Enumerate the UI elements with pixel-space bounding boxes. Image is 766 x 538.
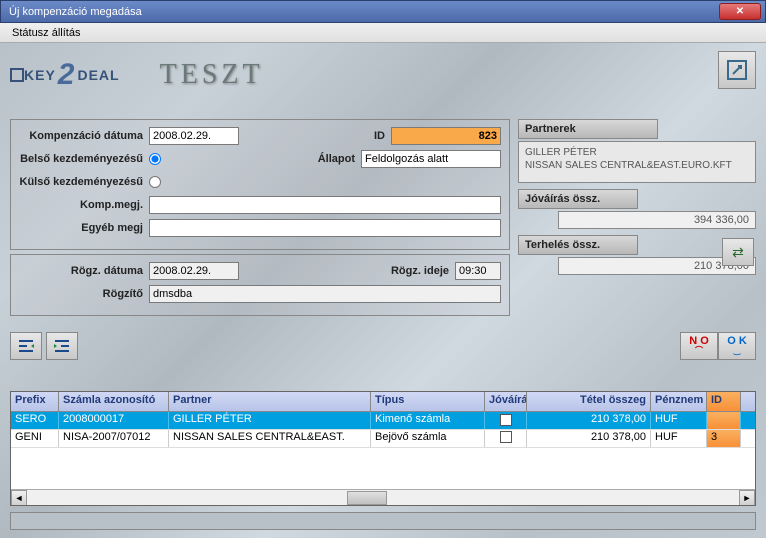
workarea: KEY2DEAL TESZT Kompenzáció dátuma ID Bel… [0, 43, 766, 538]
rec-date-label: Rögz. dátuma [19, 265, 149, 277]
indent-right-button[interactable] [46, 332, 78, 360]
col-amount[interactable]: Tétel összeg [527, 392, 651, 411]
external-radio[interactable] [149, 176, 161, 188]
id-label: ID [361, 130, 391, 142]
data-grid[interactable]: Prefix Számla azonosító Partner Típus Jó… [10, 391, 756, 506]
partners-list: GILLER PÉTER NISSAN SALES CENTRAL&EAST.E… [518, 141, 756, 183]
internal-label: Belső kezdeményezésű [19, 153, 149, 165]
partners-header: Partnerek [518, 119, 658, 139]
comp-note-input[interactable] [149, 196, 501, 214]
date-input[interactable] [149, 127, 239, 145]
col-type[interactable]: Típus [371, 392, 485, 411]
logo-row: KEY2DEAL TESZT [10, 51, 756, 99]
teszt-watermark: TESZT [160, 59, 264, 91]
no-button[interactable]: N O⌒ [680, 332, 718, 360]
col-credit[interactable]: Jóváírá [485, 392, 527, 411]
rec-time-input [455, 262, 501, 280]
table-row[interactable]: SERO2008000017GILLER PÉTERKimenő számla✔… [11, 412, 755, 430]
status-label: Állapot [311, 153, 361, 165]
partner-item: GILLER PÉTER [525, 146, 749, 159]
swap-button[interactable]: ⇄ [722, 238, 754, 266]
grid-header: Prefix Számla azonosító Partner Típus Jó… [11, 392, 755, 412]
debit-header: Terhelés össz. [518, 235, 638, 255]
indent-left-button[interactable] [10, 332, 42, 360]
key2deal-logo: KEY2DEAL [10, 58, 120, 92]
id-input[interactable] [391, 127, 501, 145]
credit-amount: 394 336,00 [558, 211, 756, 229]
scroll-right-arrow[interactable]: ► [739, 490, 755, 506]
comp-note-label: Komp.megj. [19, 199, 149, 211]
status-input[interactable] [361, 150, 501, 168]
rec-time-label: Rögz. ideje [385, 265, 455, 277]
col-invoice[interactable]: Számla azonosító [59, 392, 169, 411]
other-note-input[interactable] [149, 219, 501, 237]
internal-radio[interactable] [149, 153, 161, 165]
date-label: Kompenzáció dátuma [19, 130, 149, 142]
col-partner[interactable]: Partner [169, 392, 371, 411]
window-title: Új kompenzáció megadása [5, 6, 719, 18]
ok-button[interactable]: O K‿ [718, 332, 756, 360]
col-prefix[interactable]: Prefix [11, 392, 59, 411]
col-id[interactable]: ID [707, 392, 741, 411]
horizontal-scrollbar[interactable]: ◄ ► [11, 489, 755, 505]
scroll-thumb[interactable] [347, 491, 387, 505]
titlebar: Új kompenzáció megadása [0, 0, 766, 23]
credit-header: Jóváírás össz. [518, 189, 638, 209]
table-row[interactable]: GENINISA-2007/07012NISSAN SALES CENTRAL&… [11, 430, 755, 448]
partner-item: NISSAN SALES CENTRAL&EAST.EURO.KFT [525, 159, 749, 172]
recorder-input [149, 285, 501, 303]
menu-status[interactable]: Státusz állítás [4, 25, 88, 41]
toolbar: N O⌒ O K‿ [10, 332, 756, 360]
menubar: Státusz állítás [0, 23, 766, 43]
settings-button[interactable] [718, 51, 756, 89]
close-button[interactable] [719, 3, 761, 20]
col-currency[interactable]: Pénznem [651, 392, 707, 411]
external-label: Külső kezdeményezésű [19, 176, 149, 188]
scroll-left-arrow[interactable]: ◄ [11, 490, 27, 506]
recording-group: Rögz. dátuma Rögz. ideje Rögzítő [10, 254, 510, 316]
main-group: Kompenzáció dátuma ID Belső kezdeményezé… [10, 119, 510, 250]
other-note-label: Egyéb megj [19, 222, 149, 234]
recorder-label: Rögzítő [19, 288, 149, 300]
rec-date-input [149, 262, 239, 280]
statusbar [10, 512, 756, 530]
